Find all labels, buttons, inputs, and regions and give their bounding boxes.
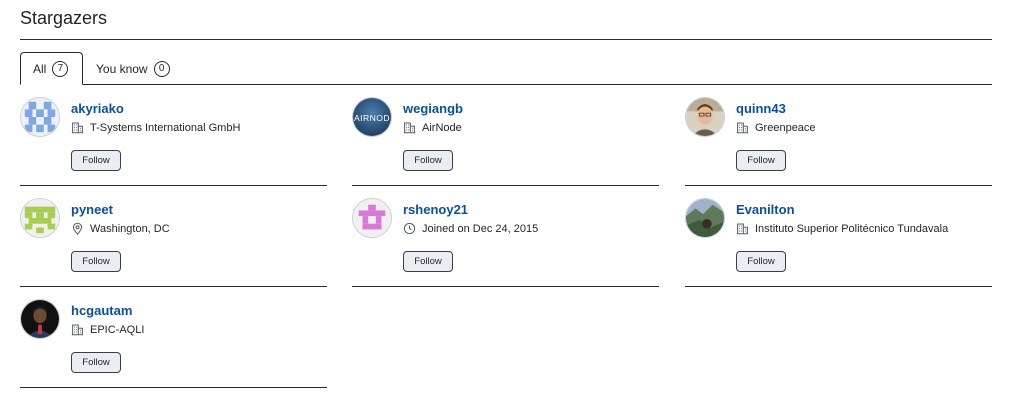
user-meta: AirNode [403, 121, 462, 134]
card-divider [20, 286, 327, 287]
avatar[interactable] [685, 97, 725, 137]
user-card: hcgautam EPIC-AQLI Follow [20, 288, 327, 389]
username-link[interactable]: pyneet [71, 202, 113, 217]
photo-dark-portrait-avatar [21, 300, 59, 338]
photo-landscape-avatar [686, 199, 724, 237]
user-meta-text: AirNode [422, 121, 462, 134]
follow-button[interactable]: Follow [736, 150, 786, 171]
tab-all-counter: 7 [52, 60, 69, 77]
card-divider [685, 286, 992, 287]
follow-button[interactable]: Follow [403, 251, 453, 272]
tab-you-know[interactable]: You know 0 [96, 52, 170, 85]
card-divider [352, 185, 659, 186]
identicon-avatar [21, 98, 59, 136]
card-divider [20, 185, 327, 186]
username-link[interactable]: wegiangb [403, 101, 463, 116]
user-card: Evanilton Instituto Superior Politécnico… [685, 187, 992, 288]
title-divider [20, 39, 992, 40]
user-card: akyriako T-Systems International GmbH Fo… [20, 86, 327, 187]
username-link[interactable]: Evanilton [736, 202, 795, 217]
user-meta-text: EPIC-AQLI [90, 323, 145, 336]
user-meta: T-Systems International GmbH [71, 121, 240, 134]
follow-button[interactable]: Follow [71, 150, 121, 171]
user-meta: EPIC-AQLI [71, 323, 144, 336]
organization-icon [736, 222, 749, 235]
user-card: AIRNOD wegiangb AirNode Follow [352, 86, 659, 187]
card-divider [685, 185, 992, 186]
tabs-divider [20, 84, 992, 85]
identicon-avatar [21, 199, 59, 237]
svg-text:AIRNOD: AIRNOD [354, 113, 390, 123]
user-card: pyneet Washington, DC Follow [20, 187, 327, 288]
username-link[interactable]: rshenoy21 [403, 202, 468, 217]
avatar[interactable] [20, 299, 60, 339]
username-link[interactable]: akyriako [71, 101, 124, 116]
avatar[interactable]: AIRNOD [352, 97, 392, 137]
user-meta-text: T-Systems International GmbH [90, 121, 241, 134]
avatar[interactable] [20, 198, 60, 238]
organization-icon [71, 121, 84, 134]
organization-icon [71, 323, 84, 336]
username-link[interactable]: quinn43 [736, 101, 786, 116]
follow-button[interactable]: Follow [71, 352, 121, 373]
avatar[interactable] [20, 97, 60, 137]
user-meta: Instituto Superior Politécnico Tundavala [736, 222, 948, 235]
user-meta: Washington, DC [71, 222, 170, 235]
card-divider [352, 286, 659, 287]
user-card: quinn43 Greenpeace Follow [685, 86, 992, 187]
avatar[interactable] [352, 198, 392, 238]
tab-all[interactable]: All 7 [20, 52, 83, 85]
card-divider [20, 387, 327, 388]
organization-icon [736, 121, 749, 134]
tab-you-know-counter: 0 [153, 60, 170, 77]
airnode-logo-avatar: AIRNOD [353, 98, 391, 136]
user-meta-text: Instituto Superior Politécnico Tundavala [755, 222, 949, 235]
tab-you-know-label: You know [96, 61, 148, 76]
avatar[interactable] [685, 198, 725, 238]
user-meta: Joined on Dec 24, 2015 [403, 222, 538, 235]
organization-icon [403, 121, 416, 134]
tab-all-label: All [33, 61, 47, 76]
photo-portrait-avatar [686, 98, 724, 136]
follow-button[interactable]: Follow [736, 251, 786, 272]
user-meta: Greenpeace [736, 121, 816, 134]
user-meta-text: Greenpeace [755, 121, 816, 134]
user-meta-text: Joined on Dec 24, 2015 [422, 222, 539, 235]
user-meta-text: Washington, DC [90, 222, 170, 235]
identicon-avatar [353, 199, 391, 237]
user-card: rshenoy21 Joined on Dec 24, 2015 Follow [352, 187, 659, 288]
follow-button[interactable]: Follow [403, 150, 453, 171]
location-icon [71, 222, 84, 235]
username-link[interactable]: hcgautam [71, 303, 132, 318]
clock-icon [403, 222, 416, 235]
page-title: Stargazers [20, 8, 108, 28]
follow-button[interactable]: Follow [71, 251, 121, 272]
